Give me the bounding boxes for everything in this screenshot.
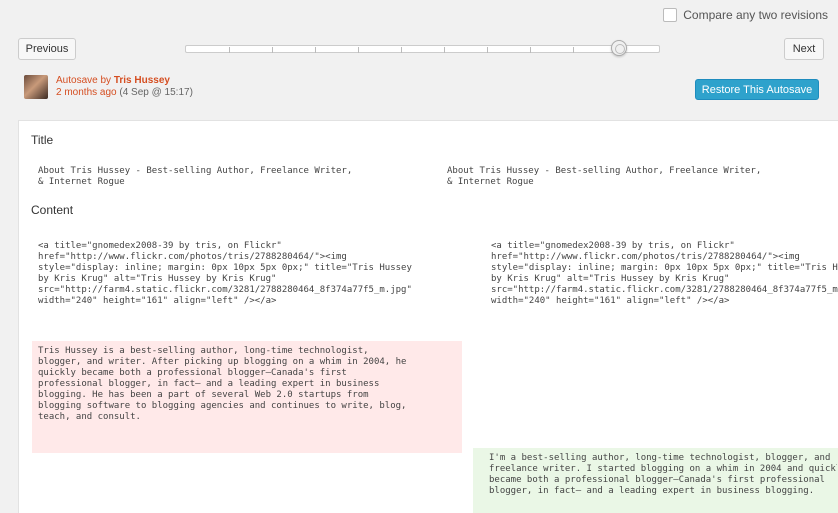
- code-left: <a title="gnomedex2008-39 by tris, on Fl…: [38, 241, 412, 306]
- slider-tick: [272, 47, 273, 53]
- author-link[interactable]: Tris Hussey: [114, 75, 170, 86]
- title-right: About Tris Hussey - Best-selling Author,…: [447, 166, 762, 187]
- compare-checkbox[interactable]: [663, 8, 678, 22]
- slider-tick: [401, 47, 402, 53]
- revision-date: (4 Sep @ 15:17): [119, 87, 193, 98]
- deleted-text: Tris Hussey is a best-selling author, lo…: [38, 346, 407, 422]
- slider-tick: [358, 47, 359, 53]
- diff-panel: Title About Tris Hussey - Best-selling A…: [0, 110, 838, 513]
- slider-tick: [573, 47, 574, 53]
- compare-two-revisions[interactable]: Compare any two revisions: [663, 8, 828, 22]
- deleted-block: Tris Hussey is a best-selling author, lo…: [32, 341, 462, 453]
- added-block: I'm a best-selling author, long-time tec…: [473, 448, 838, 513]
- slider-tick: [229, 47, 230, 53]
- revisions-slider[interactable]: [185, 45, 660, 53]
- code-right: <a title="gnomedex2008-39 by tris, on Fl…: [491, 241, 838, 306]
- revision-author-line: Autosave by Tris Hussey: [56, 75, 193, 87]
- compare-label: Compare any two revisions: [683, 8, 828, 22]
- time-ago: 2 months ago: [56, 87, 117, 98]
- content-heading: Content: [31, 203, 74, 217]
- slider-handle[interactable]: [611, 40, 627, 56]
- slider-tick: [530, 47, 531, 53]
- diff-card: Title About Tris Hussey - Best-selling A…: [18, 120, 838, 513]
- revision-meta: Autosave by Tris Hussey 2 months ago (4 …: [24, 75, 193, 99]
- revision-date-line: 2 months ago (4 Sep @ 15:17): [56, 87, 193, 99]
- title-heading: Title: [31, 133, 54, 147]
- slider-tick: [487, 47, 488, 53]
- avatar: [24, 75, 48, 99]
- slider-tick: [315, 47, 316, 53]
- autosave-label: Autosave by: [56, 75, 112, 86]
- previous-button[interactable]: Previous: [18, 38, 76, 60]
- next-button[interactable]: Next: [784, 38, 824, 60]
- restore-autosave-button[interactable]: Restore This Autosave: [695, 79, 819, 100]
- title-left: About Tris Hussey - Best-selling Author,…: [38, 166, 353, 187]
- added-text: I'm a best-selling author, long-time tec…: [489, 453, 837, 496]
- slider-tick: [444, 47, 445, 53]
